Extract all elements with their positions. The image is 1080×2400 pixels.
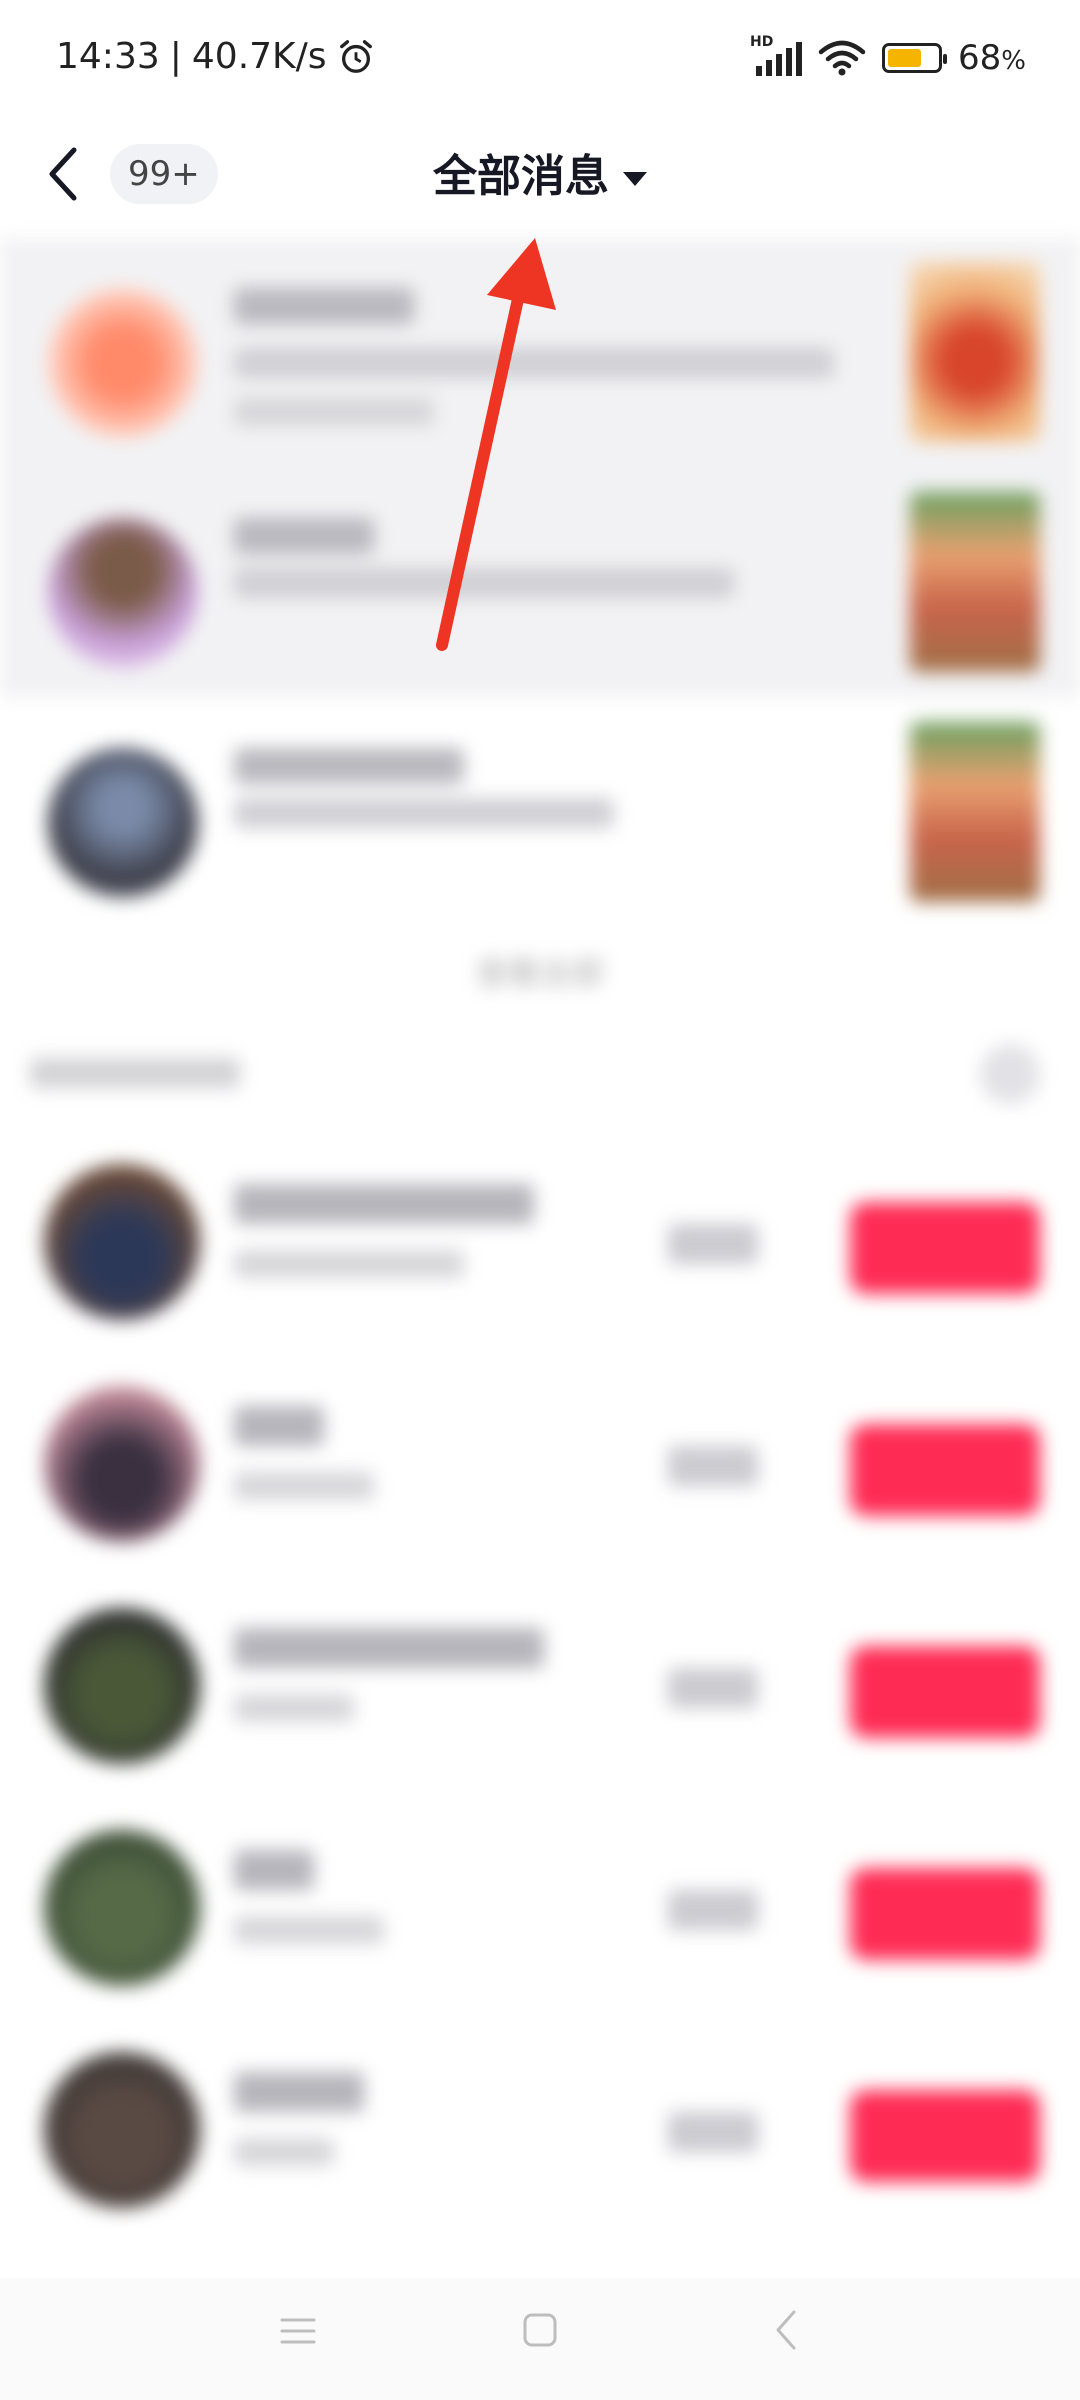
menu-icon[interactable] [278,2316,318,2346]
text-placeholder [234,398,434,426]
list-item[interactable] [0,1568,1080,1790]
text-placeholder [234,1628,544,1668]
messages-page: 14:33 | 40.7K/s HD 68% 99+ 全部消息 查看全部 [0,0,1080,2400]
list-item[interactable] [0,1790,1080,2012]
header-bar: 99+ 全部消息 [0,120,1080,238]
text-placeholder [234,798,614,828]
see-all-button[interactable]: 查看全部 [0,928,1080,1024]
status-net-speed: 40.7K/s [191,36,327,77]
text-placeholder [234,2072,364,2112]
battery-percent: 68% [958,38,1026,78]
list-item[interactable] [0,238,1080,468]
battery-fill [888,49,921,67]
text-placeholder [234,2138,334,2166]
text-placeholder [668,1890,758,1930]
avatar [48,748,198,898]
caret-down-icon [623,172,647,186]
text-placeholder [234,1694,354,1722]
follow-button[interactable] [850,1868,1040,1960]
follow-button[interactable] [850,1202,1040,1294]
text-placeholder [668,2112,758,2152]
title-dropdown[interactable]: 全部消息 [0,140,1080,204]
hd-signal-icon: HD [750,34,803,78]
alarm-icon [339,39,372,73]
avatar [48,518,198,668]
status-separator: | [169,36,182,77]
avatar [44,1608,200,1764]
text-placeholder [234,518,374,554]
list-item[interactable] [0,1124,1080,1346]
section-header [0,1024,1080,1124]
list-item[interactable] [0,698,1080,928]
list-item[interactable] [0,1346,1080,1568]
avatar [44,1386,200,1542]
interaction-list [0,238,1080,698]
text-placeholder [234,348,834,378]
text-placeholder [234,568,734,598]
follow-button[interactable] [850,1646,1040,1738]
text-placeholder [234,1472,374,1500]
system-nav-bar [0,2278,1080,2400]
text-placeholder [234,1850,314,1890]
list-item[interactable] [0,468,1080,698]
avatar [44,1164,200,1320]
battery-icon [882,43,948,73]
page-title: 全部消息 [433,151,609,202]
text-placeholder [30,1058,240,1088]
status-left: 14:33 | 40.7K/s [56,36,375,77]
back-icon[interactable] [770,2306,800,2354]
text-placeholder [668,1224,758,1264]
info-icon[interactable] [980,1044,1040,1104]
text-placeholder [668,1668,758,1708]
avatar [44,1830,200,1986]
video-thumbnail[interactable] [910,722,1040,902]
follow-button[interactable] [850,1424,1040,1516]
status-time: 14:33 [56,36,160,77]
text-placeholder [234,1916,384,1944]
avatar [44,2052,200,2208]
text-placeholder [234,748,464,784]
status-right: HD 68% [750,34,1026,78]
text-placeholder [234,1406,324,1446]
text-placeholder [668,1446,758,1486]
home-icon[interactable] [520,2310,560,2350]
avatar [48,288,198,438]
list-item[interactable] [0,2012,1080,2234]
status-bar: 14:33 | 40.7K/s HD 68% [0,0,1080,120]
video-thumbnail[interactable] [910,492,1040,672]
wifi-icon [818,40,866,76]
text-placeholder [234,1184,534,1224]
follow-button[interactable] [850,2090,1040,2182]
text-placeholder [234,1250,464,1278]
text-placeholder [234,288,414,324]
message-list-blurred: 查看全部 [0,238,1080,2278]
video-thumbnail[interactable] [910,262,1040,442]
